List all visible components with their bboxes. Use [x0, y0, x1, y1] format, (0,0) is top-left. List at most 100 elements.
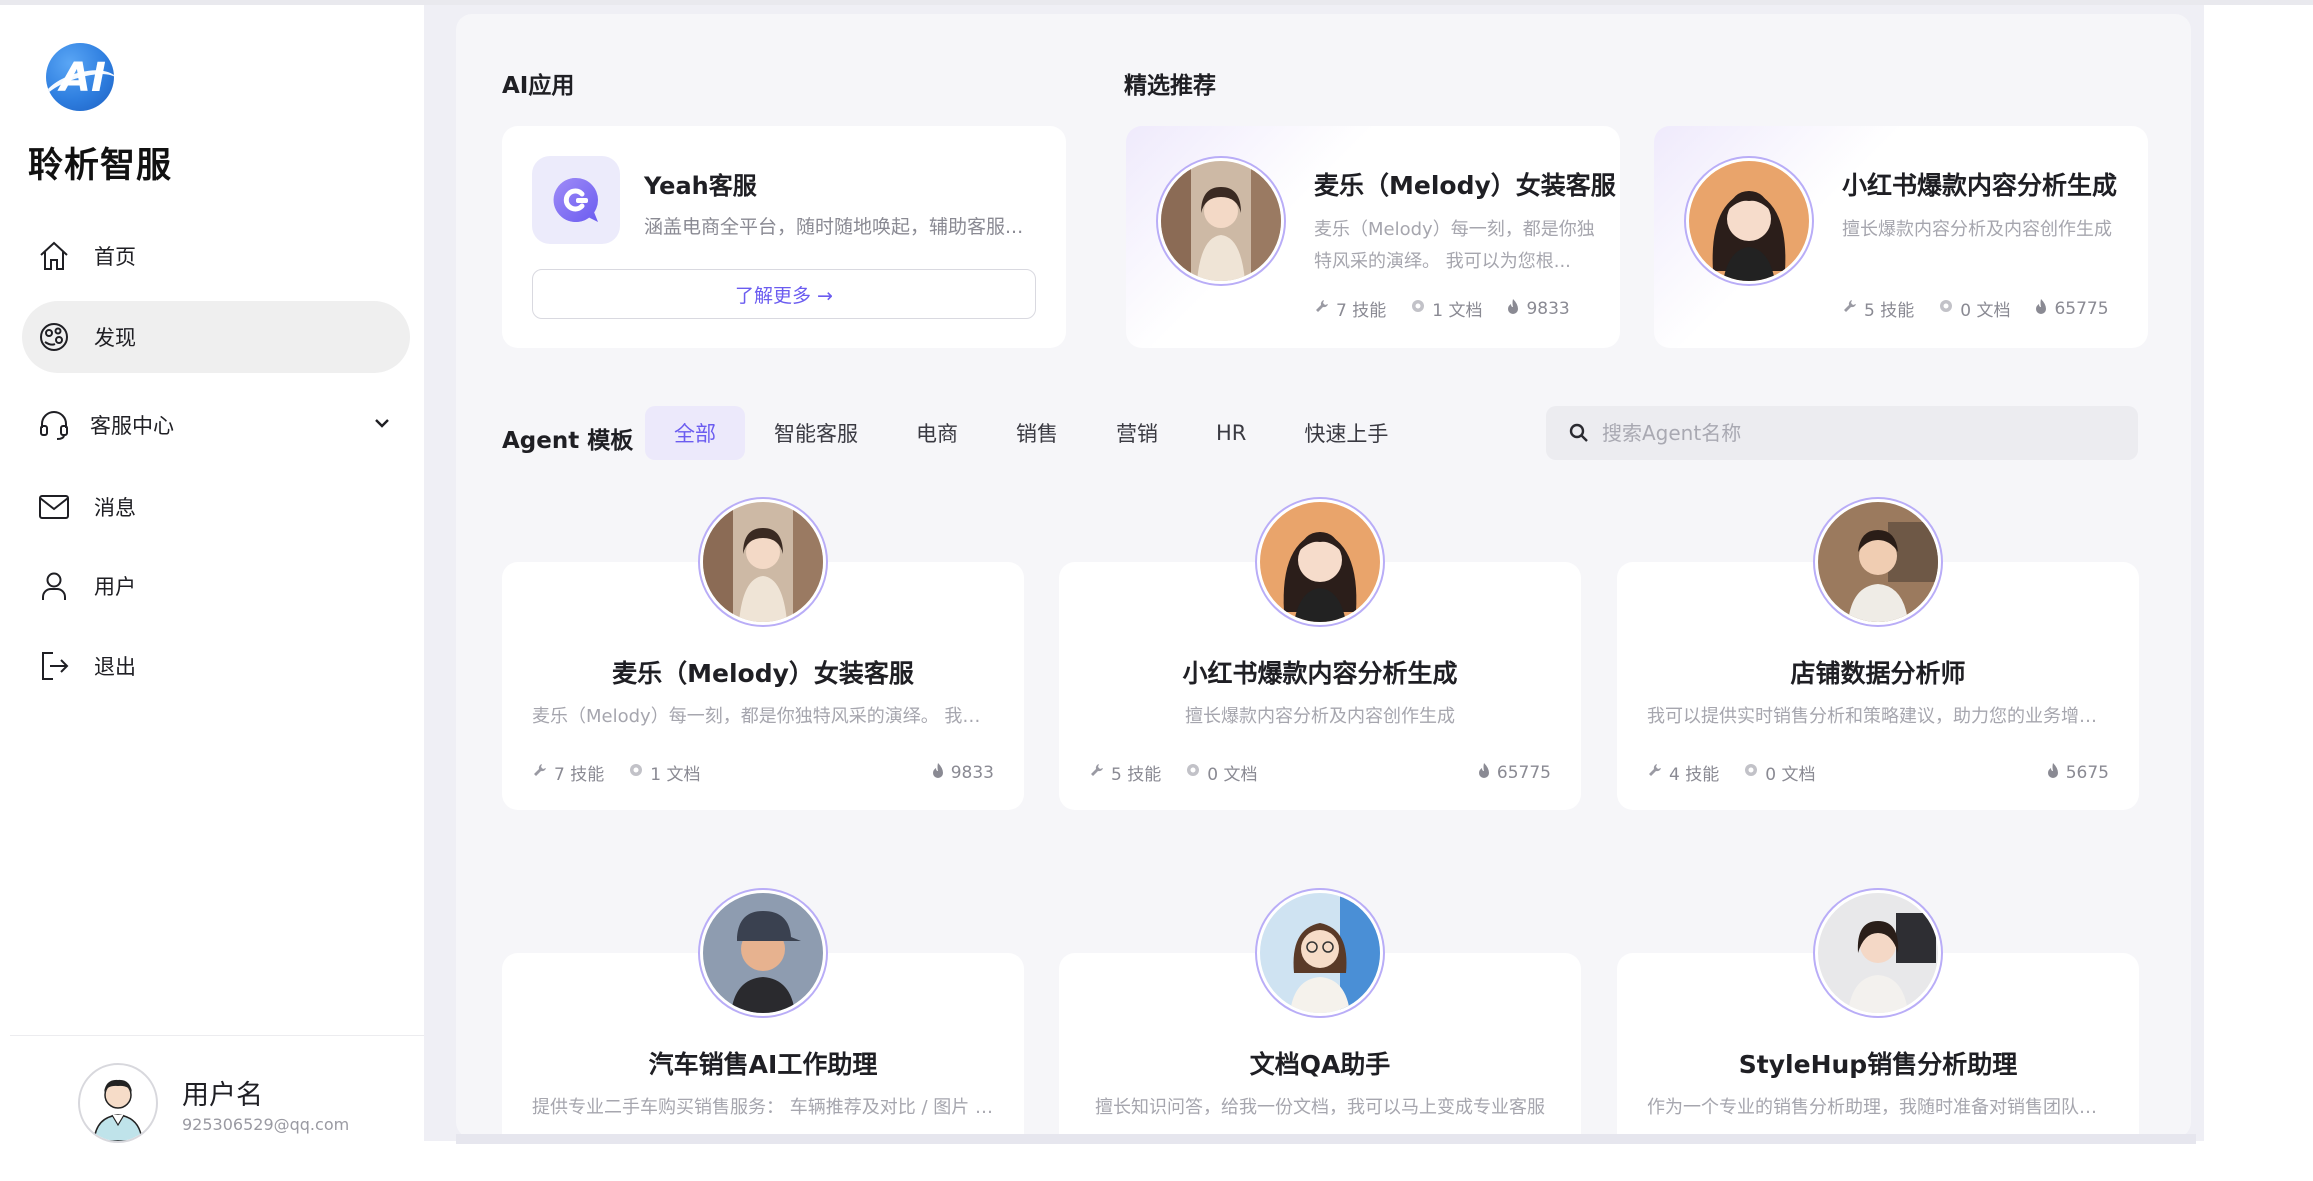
yeah-app-icon [532, 156, 620, 244]
agent-description: 擅长知识问答，给我一份文档，我可以马上变成专业客服 [1095, 1097, 1545, 1118]
sidebar-item-label: 首页 [94, 245, 136, 269]
sidebar: AI 聆析智服 首页 发现 客服中心 消息 用户 退出 用户名 92530652… [0, 5, 424, 1143]
ai-apps-title: AI应用 [502, 73, 575, 99]
search-input[interactable] [1602, 421, 2122, 445]
user-email: 925306529@qq.com [182, 1115, 350, 1134]
popularity-count: 9833 [1526, 298, 1570, 319]
skills-count: 7 技能 [1336, 301, 1387, 321]
tab-hr[interactable]: HR [1187, 406, 1275, 460]
learn-more-button[interactable]: 了解更多 → [532, 269, 1036, 319]
sidebar-item-discover[interactable]: 发现 [22, 301, 410, 373]
docs-count: 1 文档 [1432, 301, 1483, 321]
docs-count: 1 文档 [650, 765, 701, 785]
agent-name: 文档QA助手 [1249, 1050, 1391, 1079]
fire-icon [2046, 762, 2060, 784]
skills-count: 5 技能 [1111, 765, 1162, 785]
agent-avatar [1684, 156, 1814, 286]
user-avatar[interactable] [78, 1063, 158, 1143]
agent-description: 我可以提供实时销售分析和策略建议，助力您的业务增长... [1647, 706, 2109, 727]
sidebar-item-label: 客服中心 [90, 414, 174, 438]
tab-all[interactable]: 全部 [645, 406, 745, 460]
sidebar-item-label: 发现 [94, 326, 136, 350]
fire-icon [2034, 298, 2048, 320]
sidebar-item-label: 退出 [94, 655, 136, 679]
featured-card[interactable]: 麦乐（Melody）女装客服 麦乐（Melody）每一刻，都是你独特风采的演绎。… [1126, 126, 1620, 348]
agent-category-tabs: 全部 智能客服 电商 销售 营销 HR 快速上手 [645, 406, 1417, 460]
tab-quick-start[interactable]: 快速上手 [1275, 406, 1417, 460]
ai-app-card[interactable]: Yeah客服 涵盖电商全平台，随时随地唤起，辅助客服... 了解更多 → [502, 126, 1066, 348]
skills-count: 4 技能 [1669, 765, 1720, 785]
sidebar-item-users[interactable]: 用户 [22, 550, 410, 622]
agent-avatar [698, 888, 828, 1018]
right-gutter [2290, 5, 2313, 1181]
docs-count: 0 文档 [1207, 765, 1258, 785]
featured-name: 麦乐（Melody）女装客服 [1314, 171, 1616, 200]
sidebar-item-service-center[interactable]: 客服中心 [22, 389, 410, 461]
doc-icon [1185, 762, 1201, 783]
featured-stats: 7 技能 1 文档 9833 [1314, 296, 1570, 321]
agent-description: 提供专业二手车购买销售服务： 车辆推荐及对比 / 图片 / ... [532, 1097, 994, 1118]
featured-description: 擅长爆款内容分析及内容创作生成 [1842, 219, 2112, 240]
featured-stats: 5 技能 0 文档 65775 [1842, 296, 2109, 321]
logout-icon [34, 646, 74, 686]
sidebar-item-label: 用户 [94, 575, 136, 599]
brand-logo[interactable]: AI [46, 43, 114, 111]
app-description: 涵盖电商全平台，随时随地唤起，辅助客服... [644, 216, 1024, 238]
agent-name: 汽车销售AI工作助理 [648, 1050, 878, 1079]
agent-name: StyleHup销售分析助理 [1738, 1050, 2018, 1079]
fire-icon [931, 762, 945, 784]
doc-icon [1743, 762, 1759, 783]
agent-avatar [1255, 497, 1385, 627]
user-icon [34, 566, 74, 606]
agent-search [1546, 406, 2138, 460]
agent-avatar [1255, 888, 1385, 1018]
popularity-count: 9833 [950, 762, 994, 783]
wrench-icon [532, 762, 548, 783]
agent-templates-title: Agent 模板 [502, 428, 634, 454]
docs-count: 0 文档 [1765, 765, 1816, 785]
bottom-edge [456, 1134, 2196, 1144]
discover-icon [34, 317, 74, 357]
agent-name: 小红书爆款内容分析生成 [1182, 659, 1458, 688]
tab-ecommerce[interactable]: 电商 [887, 406, 987, 460]
popularity-count: 5675 [2065, 762, 2109, 783]
agent-name: 店铺数据分析师 [1790, 659, 1966, 688]
wrench-icon [1089, 762, 1105, 783]
sidebar-item-messages[interactable]: 消息 [22, 471, 410, 543]
search-icon [1568, 422, 1590, 444]
sidebar-item-logout[interactable]: 退出 [22, 630, 410, 702]
app-name: Yeah客服 [644, 172, 757, 200]
wrench-icon [1647, 762, 1663, 783]
sidebar-divider [10, 1035, 424, 1036]
fire-icon [1477, 762, 1491, 784]
sidebar-item-label: 消息 [94, 496, 136, 520]
agent-stats: 5 技能 0 文档 65775 [1089, 760, 1551, 785]
chevron-down-icon[interactable] [372, 413, 392, 437]
featured-card[interactable]: 小红书爆款内容分析生成 擅长爆款内容分析及内容创作生成 5 技能 0 文档 65… [1654, 126, 2148, 348]
agent-avatar [1813, 497, 1943, 627]
agent-description: 麦乐（Melody）每一刻，都是你独特风采的演绎。 我可... [532, 706, 994, 727]
skills-count: 7 技能 [554, 765, 605, 785]
wrench-icon [1842, 298, 1858, 319]
agent-stats: 4 技能 0 文档 5675 [1647, 760, 2109, 785]
doc-icon [628, 762, 644, 783]
user-name: 用户名 [182, 1080, 263, 1111]
agent-name: 麦乐（Melody）女装客服 [612, 659, 914, 688]
tab-smart-service[interactable]: 智能客服 [745, 406, 887, 460]
skills-count: 5 技能 [1864, 301, 1915, 321]
headset-icon [34, 405, 74, 445]
home-icon [34, 236, 74, 276]
popularity-count: 65775 [2054, 298, 2109, 319]
featured-title: 精选推荐 [1124, 73, 1216, 99]
fire-icon [1506, 298, 1520, 320]
agent-description: 擅长爆款内容分析及内容创作生成 [1185, 706, 1455, 727]
agent-description: 作为一个专业的销售分析助理，我随时准备对销售团队的... [1647, 1097, 2109, 1118]
tab-marketing[interactable]: 营销 [1087, 406, 1187, 460]
mail-icon [34, 487, 74, 527]
sidebar-item-home[interactable]: 首页 [22, 220, 410, 292]
doc-icon [1938, 298, 1954, 319]
tab-sales[interactable]: 销售 [987, 406, 1087, 460]
agent-avatar [1156, 156, 1286, 286]
agent-stats: 7 技能 1 文档 9833 [532, 760, 994, 785]
brand-name: 聆析智服 [28, 146, 173, 186]
